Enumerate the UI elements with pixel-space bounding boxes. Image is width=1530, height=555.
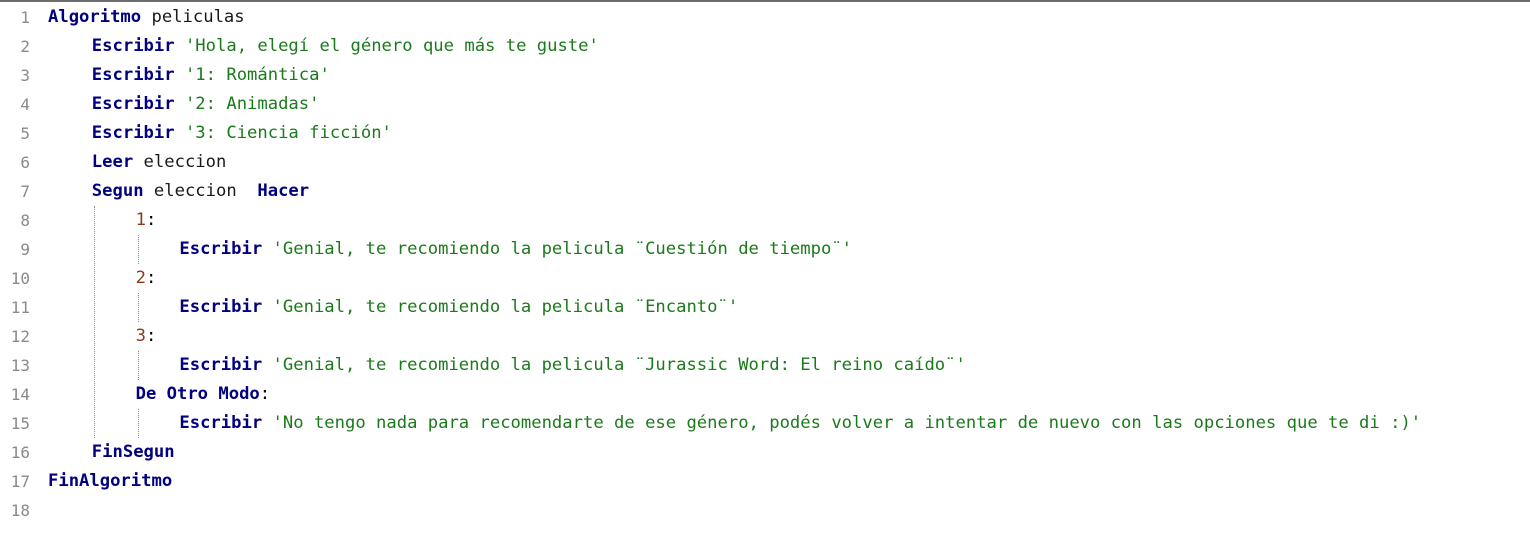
identifier-token xyxy=(262,297,272,317)
code-line[interactable]: 4 Escribir '2: Animadas' xyxy=(0,90,1530,119)
string-token: '3: Ciencia ficción' xyxy=(184,123,392,143)
keyword-token: Escribir xyxy=(91,36,175,56)
line-number: 7 xyxy=(20,182,30,201)
code-text: Escribir 'Genial, te recomiendo la pelic… xyxy=(179,235,852,264)
line-number: 11 xyxy=(10,298,30,317)
code-text: Algoritmo peliculas xyxy=(48,3,245,32)
code-text: FinSegun xyxy=(92,438,175,467)
code-text: Escribir '2: Animadas' xyxy=(92,90,320,119)
editor-top-border xyxy=(0,0,1530,2)
line-number: 10 xyxy=(10,269,30,288)
number-token: 1 xyxy=(135,210,146,230)
line-number: 16 xyxy=(10,443,30,462)
code-text: Leer eleccion xyxy=(92,148,227,177)
code-text: Segun eleccion Hacer xyxy=(92,177,309,206)
string-token: 'Hola, elegí el género que más te guste' xyxy=(184,36,599,56)
identifier-token xyxy=(175,94,185,114)
code-line[interactable]: 9 Escribir 'Genial, te recomiendo la peli… xyxy=(0,235,1530,264)
code-line[interactable]: 10 2: xyxy=(0,264,1530,293)
line-number: 14 xyxy=(10,385,30,404)
string-token: '1: Romántica' xyxy=(184,65,330,85)
operator-token: : xyxy=(145,268,157,288)
code-text: Escribir '1: Romántica' xyxy=(92,61,330,90)
code-line[interactable]: 3 Escribir '1: Romántica' xyxy=(0,61,1530,90)
code-line[interactable]: 8 1: xyxy=(0,206,1530,235)
operator-token: : xyxy=(145,210,157,230)
code-line[interactable]: 2 Escribir 'Hola, elegí el género que más… xyxy=(0,32,1530,61)
keyword-token: Escribir xyxy=(179,297,263,317)
string-token: 'Genial, te recomiendo la pelicula ¨Jura… xyxy=(272,355,966,375)
number-token: 2 xyxy=(135,268,146,288)
code-text: De Otro Modo: xyxy=(136,380,271,409)
code-text: FinAlgoritmo xyxy=(48,467,172,496)
keyword-token: Algoritmo xyxy=(48,7,142,27)
string-token: 'No tengo nada para recomendarte de ese … xyxy=(272,413,1422,433)
keyword-token: Escribir xyxy=(91,65,175,85)
line-number: 18 xyxy=(10,501,30,520)
keyword-token: Escribir xyxy=(179,239,263,259)
line-number: 17 xyxy=(10,472,30,491)
identifier-token xyxy=(262,239,272,259)
identifier-token xyxy=(175,65,185,85)
identifier-token: peliculas xyxy=(141,7,245,27)
keyword-token: FinAlgoritmo xyxy=(48,471,173,491)
code-editor[interactable]: 1 Algoritmo peliculas 2 Escribir 'Hola, ele… xyxy=(0,3,1530,525)
code-line[interactable]: 1 Algoritmo peliculas xyxy=(0,3,1530,32)
code-text: Escribir 'Hola, elegí el género que más … xyxy=(92,32,599,61)
line-number: 12 xyxy=(10,327,30,346)
keyword-token: Segun xyxy=(91,181,144,201)
code-text: Escribir 'Genial, te recomiendo la pelic… xyxy=(179,293,738,322)
code-text: Escribir 'Genial, te recomiendo la pelic… xyxy=(179,351,965,380)
line-number: 2 xyxy=(20,37,30,56)
code-line[interactable]: 15 Escribir 'No tengo nada para recomenda… xyxy=(0,409,1530,438)
identifier-token xyxy=(175,36,185,56)
code-line[interactable]: 12 3: xyxy=(0,322,1530,351)
code-line[interactable]: 18 xyxy=(0,496,1530,525)
line-number: 15 xyxy=(10,414,30,433)
identifier-token xyxy=(175,123,185,143)
line-number: 8 xyxy=(20,211,30,230)
line-number: 5 xyxy=(20,124,30,143)
keyword-token: Hacer xyxy=(257,181,310,201)
keyword-token: Escribir xyxy=(179,355,263,375)
line-number: 6 xyxy=(20,153,30,172)
number-token: 3 xyxy=(135,326,146,346)
line-number: 13 xyxy=(10,356,30,375)
string-token: 'Genial, te recomiendo la pelicula ¨Enca… xyxy=(272,297,739,317)
code-line[interactable]: 5 Escribir '3: Ciencia ficción' xyxy=(0,119,1530,148)
identifier-token: eleccion xyxy=(133,152,227,172)
string-token: '2: Animadas' xyxy=(184,94,320,114)
code-line[interactable]: 11 Escribir 'Genial, te recomiendo la pel… xyxy=(0,293,1530,322)
keyword-token: Escribir xyxy=(179,413,263,433)
keyword-token: Escribir xyxy=(91,94,175,114)
code-text: Escribir 'No tengo nada para recomendart… xyxy=(179,409,1421,438)
code-text: Escribir '3: Ciencia ficción' xyxy=(92,119,392,148)
operator-token: : xyxy=(145,326,157,346)
code-line[interactable]: 14 De Otro Modo: xyxy=(0,380,1530,409)
keyword-token: FinSegun xyxy=(91,442,175,462)
code-line[interactable]: 6 Leer eleccion xyxy=(0,148,1530,177)
keyword-token: Leer xyxy=(91,152,134,172)
identifier-token xyxy=(262,355,272,375)
identifier-token: eleccion xyxy=(143,181,258,201)
code-line[interactable]: 7 Segun eleccion Hacer xyxy=(0,177,1530,206)
code-text: 1: xyxy=(136,206,157,235)
identifier-token xyxy=(262,413,272,433)
code-text: 3: xyxy=(136,322,157,351)
line-number: 1 xyxy=(20,8,30,27)
operator-token: : xyxy=(259,384,271,404)
string-token: 'Genial, te recomiendo la pelicula ¨Cues… xyxy=(272,239,853,259)
line-number: 3 xyxy=(20,66,30,85)
code-line[interactable]: 13 Escribir 'Genial, te recomiendo la pel… xyxy=(0,351,1530,380)
line-number: 9 xyxy=(20,240,30,259)
keyword-token: Escribir xyxy=(91,123,175,143)
keyword-token: De Otro Modo xyxy=(135,384,260,404)
line-number: 4 xyxy=(20,95,30,114)
code-line[interactable]: 16 FinSegun xyxy=(0,438,1530,467)
code-line[interactable]: 17 FinAlgoritmo xyxy=(0,467,1530,496)
code-text: 2: xyxy=(136,264,157,293)
